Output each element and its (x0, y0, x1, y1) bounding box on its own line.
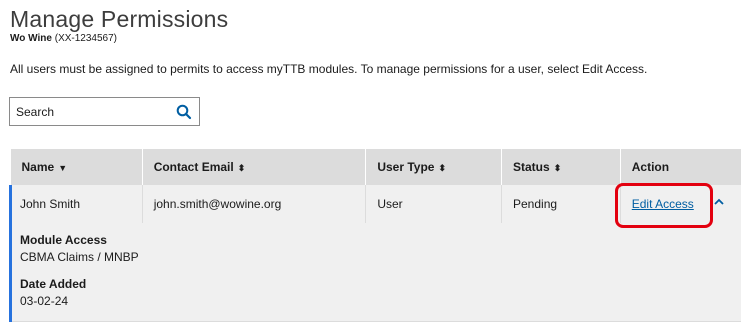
cell-email: john.smith@wowine.org (142, 185, 367, 223)
cell-status: Pending (501, 185, 621, 223)
organization-subtitle: Wo Wine (XX-1234567) (10, 33, 117, 44)
module-access-value: CBMA Claims / MNBP (20, 250, 139, 264)
date-added-value: 03-02-24 (20, 294, 69, 308)
cell-user-type: User (365, 185, 502, 223)
date-added-label: Date Added (20, 277, 87, 291)
module-access-label: Module Access (20, 233, 107, 247)
sort-desc-icon: ▼ (58, 163, 68, 173)
row-details: Module Access CBMA Claims / MNBP Date Ad… (9, 223, 741, 322)
column-header-name[interactable]: Name ▼ (10, 149, 143, 185)
column-header-contact-email[interactable]: Contact Email ⬍ (142, 149, 367, 185)
sort-icon: ⬍ (438, 163, 447, 173)
table-header-row: Name ▼ Contact Email ⬍ User Type ⬍ Status ⬍ … (10, 149, 741, 185)
search-box (9, 97, 200, 126)
intro-text: All users must be assigned to permits to… (10, 62, 648, 76)
sort-icon: ⬍ (237, 163, 246, 173)
organization-name: Wo Wine (10, 33, 52, 44)
column-header-status[interactable]: Status ⬍ (501, 149, 621, 185)
page-title: Manage Permissions (10, 6, 229, 32)
organization-id: (XX-1234567) (54, 33, 117, 44)
edit-access-link[interactable]: Edit Access (632, 197, 694, 211)
chevron-up-icon[interactable] (713, 196, 725, 208)
search-icon[interactable] (175, 103, 193, 121)
sort-icon: ⬍ (553, 163, 562, 173)
users-table: Name ▼ Contact Email ⬍ User Type ⬍ Status ⬍ … (9, 149, 741, 322)
cell-name: John Smith (9, 185, 143, 223)
search-input[interactable] (10, 98, 170, 125)
table-row: John Smith john.smith@wowine.org User Pe… (9, 185, 741, 223)
cell-action: Edit Access (620, 185, 741, 223)
column-header-action: Action (631, 160, 670, 174)
column-header-user-type[interactable]: User Type ⬍ (365, 149, 502, 185)
